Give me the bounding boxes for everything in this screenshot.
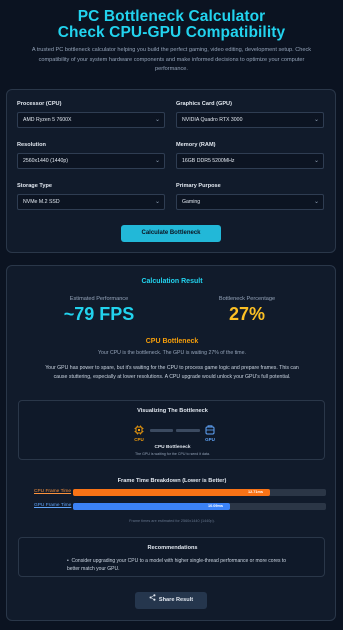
cpu-frame-time-label: CPU Frame Time bbox=[34, 489, 72, 494]
chevron-down-icon: ⌄ bbox=[154, 117, 160, 123]
chevron-down-icon: ⌄ bbox=[313, 199, 319, 205]
chevron-down-icon: ⌄ bbox=[154, 158, 160, 164]
bottleneck-percentage: Bottleneck Percentage 27% bbox=[197, 296, 297, 325]
gpu-icon bbox=[204, 423, 216, 435]
share-button[interactable]: Share Result bbox=[135, 592, 207, 609]
graphics-select[interactable]: NVIDIA Quadro RTX 3000 ⌄ bbox=[176, 112, 324, 128]
frame-time-title: Frame Time Breakdown (Lower is Better) bbox=[117, 478, 227, 484]
fps-value: ~79 FPS bbox=[63, 304, 135, 324]
recommendation-item: • Consider upgrading your CPU to a model… bbox=[67, 558, 287, 572]
gpu-frame-time-bar: 10.09ms bbox=[73, 503, 326, 510]
cpu-chip-icon bbox=[133, 423, 145, 435]
memory-select[interactable]: 16GB DDR5 5200MHz ⌄ bbox=[176, 153, 324, 169]
cpu-label: CPU bbox=[134, 437, 144, 442]
chevron-down-icon: ⌄ bbox=[313, 158, 319, 164]
calculate-button[interactable]: Calculate Bottleneck bbox=[121, 225, 221, 242]
gpu-frame-time-value: 10.09ms bbox=[208, 504, 223, 508]
calculator-form: Processor (CPU) AMD Ryzen 5 7600X ⌄ Grap… bbox=[6, 89, 336, 253]
gpu-bar-fill bbox=[73, 503, 230, 510]
purpose-select[interactable]: Gaming ⌄ bbox=[176, 194, 324, 210]
pipe-segment bbox=[150, 429, 173, 432]
bottleneck-title: CPU Bottleneck bbox=[145, 338, 199, 345]
share-icon bbox=[149, 592, 156, 609]
percentage-value: 27% bbox=[228, 304, 266, 324]
cpu-frame-time-bar: 12.71ms bbox=[73, 489, 326, 496]
resolution-select[interactable]: 2560x1440 (1440p) ⌄ bbox=[17, 153, 165, 169]
viz-caption: The GPU is waiting for the CPU to send i… bbox=[134, 452, 211, 456]
chevron-down-icon: ⌄ bbox=[313, 117, 319, 123]
frame-time-note: Frame times are estimated for 2560x1440 … bbox=[129, 519, 215, 523]
cpu-bar-fill bbox=[73, 489, 270, 496]
gpu-label: GPU bbox=[205, 437, 215, 442]
page-description: A trusted PC bottleneck calculator helpi… bbox=[31, 47, 312, 72]
storage-select[interactable]: NVMe M.2 SSD ⌄ bbox=[17, 194, 165, 210]
cpu-frame-time-value: 12.71ms bbox=[248, 490, 263, 494]
gpu-frame-time-label: GPU Frame Time bbox=[34, 503, 72, 508]
bottleneck-subtitle: Your CPU is the bottleneck. The GPU is w… bbox=[98, 350, 246, 356]
recommendations-box: Recommendations • Consider upgrading you… bbox=[18, 537, 325, 577]
pipe-segment bbox=[176, 429, 200, 432]
result-panel: Calculation Result Estimated Performance… bbox=[6, 265, 336, 621]
bottleneck-visualization: Visualizing The Bottleneck CPU GPU CPU B… bbox=[18, 400, 325, 460]
bottleneck-description: Your GPU has power to spare, but it's wa… bbox=[45, 365, 299, 380]
chevron-down-icon: ⌄ bbox=[154, 199, 160, 205]
result-title: Calculation Result bbox=[141, 278, 203, 285]
estimated-performance: Estimated Performance ~79 FPS bbox=[49, 296, 149, 325]
processor-select[interactable]: AMD Ryzen 5 7600X ⌄ bbox=[17, 112, 165, 128]
page-title: PC Bottleneck Calculator Check CPU-GPU C… bbox=[57, 8, 286, 41]
viz-caption-title: CPU Bottleneck bbox=[154, 445, 191, 450]
